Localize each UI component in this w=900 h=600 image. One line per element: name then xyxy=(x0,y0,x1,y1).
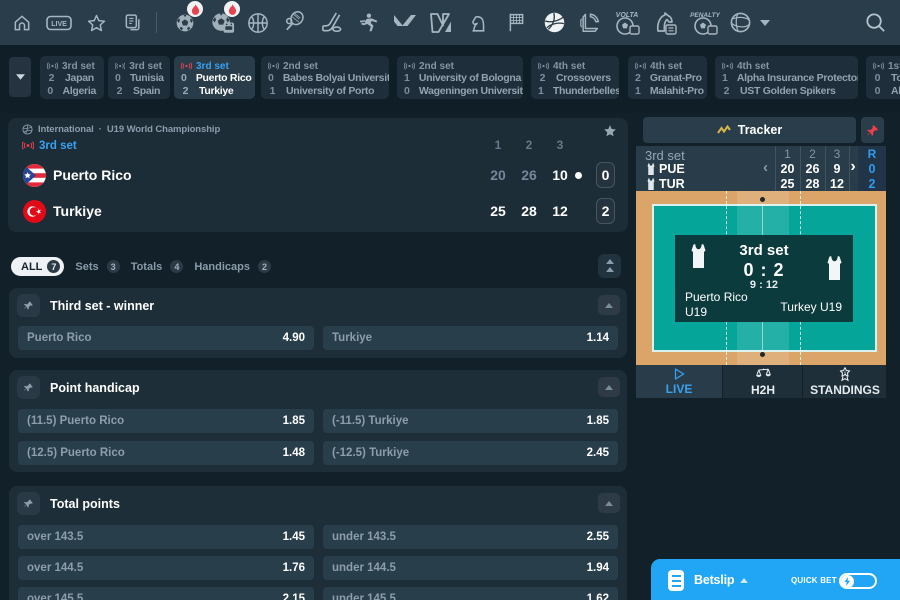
svg-text:LIVE: LIVE xyxy=(51,21,67,28)
svg-text:1: 1 xyxy=(844,370,847,375)
